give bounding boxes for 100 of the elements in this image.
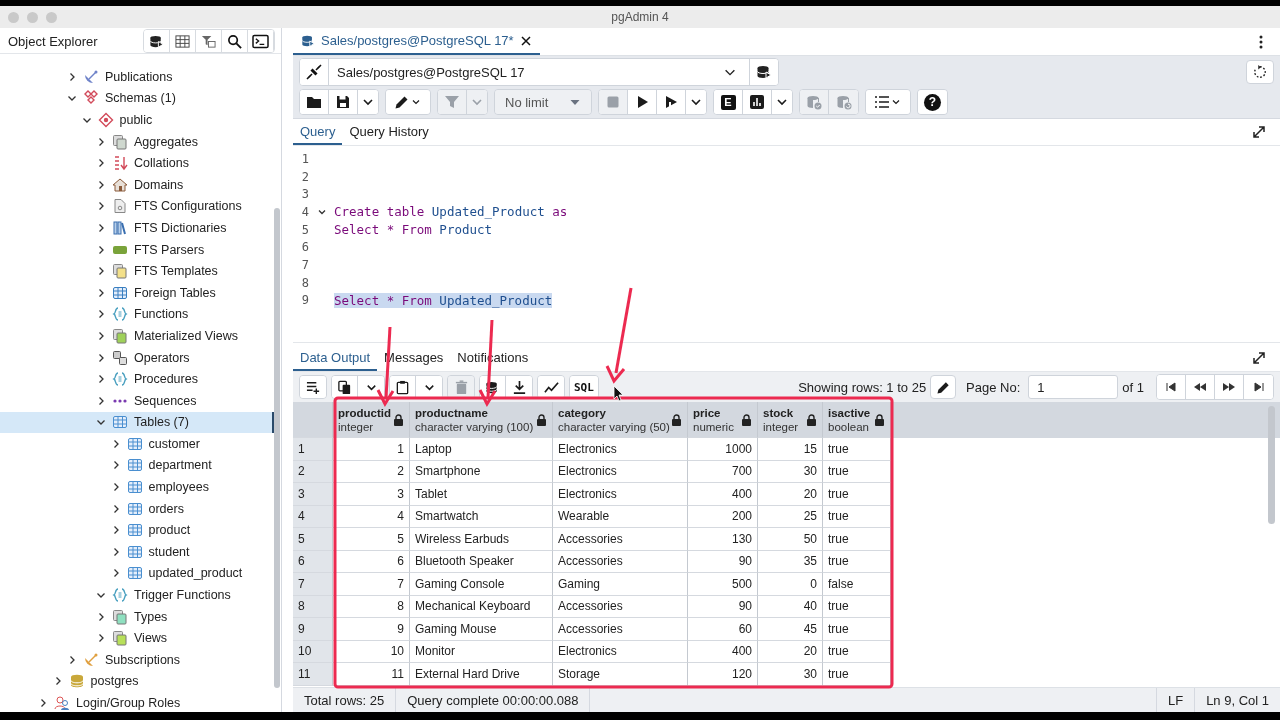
query-tool-button[interactable] xyxy=(144,30,170,52)
tree-item[interactable]: Subscriptions xyxy=(0,649,275,671)
close-icon[interactable] xyxy=(519,34,532,47)
table-cell: true xyxy=(823,618,891,641)
page-input[interactable]: 1 xyxy=(1028,375,1119,399)
terminal-icon xyxy=(252,33,269,49)
scrollbar[interactable] xyxy=(274,208,280,688)
expand-icon[interactable] xyxy=(1252,351,1266,365)
lock-icon xyxy=(874,413,885,426)
toolbar-button[interactable] xyxy=(300,90,329,114)
table-cell: 90 xyxy=(688,595,758,618)
edit-range-button[interactable] xyxy=(930,375,957,399)
tree-item[interactable]: Trigger Functions xyxy=(0,584,275,606)
rewind-icon xyxy=(1193,381,1207,393)
tree-item[interactable]: Functions xyxy=(0,303,275,326)
page-count: of 1 xyxy=(1122,379,1144,395)
status-text: Query complete 00:00:00.088 xyxy=(396,688,591,712)
tree-item[interactable]: orders xyxy=(0,497,275,520)
scrollbar[interactable] xyxy=(1268,406,1275,524)
explain-button[interactable]: E xyxy=(714,90,743,114)
tree-item[interactable]: Materialized Views xyxy=(0,325,275,347)
tree-item[interactable]: Aggregates xyxy=(0,130,275,153)
table-cell: 40 xyxy=(758,595,823,618)
tree-item[interactable]: public xyxy=(0,109,275,131)
table-icon xyxy=(112,284,128,301)
last-page-icon xyxy=(1252,381,1265,393)
stop-icon xyxy=(605,94,621,110)
tree-item[interactable]: Schemas (1) xyxy=(0,87,275,110)
tree-item[interactable]: product xyxy=(0,519,275,542)
help-button[interactable]: ? xyxy=(918,90,947,114)
table-cell: 10 xyxy=(333,640,410,663)
search-icon xyxy=(227,33,242,49)
stacked-pages-icon xyxy=(112,608,128,625)
tree-item[interactable]: Publications xyxy=(0,66,275,88)
tree-item[interactable]: Login/Group Roles xyxy=(0,692,275,714)
row-number[interactable]: 4 xyxy=(293,505,333,528)
tree-item[interactable]: Types xyxy=(0,605,275,628)
row-number[interactable]: 6 xyxy=(293,550,333,573)
toolbar-button[interactable] xyxy=(386,90,430,114)
filter-table-icon xyxy=(201,33,216,49)
status-text: Ln 9, Col 1 xyxy=(1194,688,1280,712)
table-cell: true xyxy=(823,663,891,686)
tree-item[interactable]: Foreign Tables xyxy=(0,281,275,304)
table-cell: Storage xyxy=(553,663,688,686)
row-number[interactable]: 7 xyxy=(293,573,333,596)
table-cell: Monitor xyxy=(410,640,553,663)
tree-item[interactable]: Operators xyxy=(0,346,275,369)
tree-item[interactable]: FTS Parsers xyxy=(0,238,275,261)
more-icon[interactable] xyxy=(1258,33,1264,50)
table-cell: Laptop xyxy=(410,438,553,461)
tree-item[interactable]: customer xyxy=(0,433,275,455)
tree-item[interactable]: FTS Templates xyxy=(0,260,275,282)
expand-icon[interactable] xyxy=(1252,125,1266,139)
tree-item[interactable]: Tables (7) xyxy=(0,411,275,434)
tree-item[interactable]: updated_product xyxy=(0,562,275,585)
row-number[interactable]: 5 xyxy=(293,528,333,551)
tree-item[interactable]: FTS Dictionaries xyxy=(0,217,275,239)
table-cell: Mechanical Keyboard xyxy=(410,595,553,618)
lock-icon xyxy=(671,413,682,426)
tree-item[interactable]: Sequences xyxy=(0,389,275,412)
row-number[interactable]: 9 xyxy=(293,618,333,641)
table-cell: 60 xyxy=(688,618,758,641)
lock-icon xyxy=(536,413,547,426)
database-undo-icon xyxy=(835,94,852,110)
toolbar-button[interactable] xyxy=(300,376,326,398)
toolbar-button[interactable] xyxy=(390,376,416,398)
status-text: LF xyxy=(1155,688,1195,712)
table-cell: Electronics xyxy=(553,438,688,461)
row-number[interactable]: 8 xyxy=(293,595,333,618)
stacked-pages-icon xyxy=(112,263,128,280)
table-cell: 7 xyxy=(333,573,410,596)
tree-item[interactable]: Collations xyxy=(0,152,275,174)
row-number[interactable]: 10 xyxy=(293,640,333,663)
tree-item[interactable]: Procedures xyxy=(0,368,275,390)
refresh-button[interactable] xyxy=(1246,60,1274,84)
tree-item[interactable]: department xyxy=(0,454,275,477)
table-cell: true xyxy=(823,483,891,506)
table-cell: Accessories xyxy=(553,528,688,551)
sql-button[interactable]: SQL xyxy=(570,376,598,398)
row-number[interactable]: 11 xyxy=(293,663,333,686)
tree-item[interactable]: Domains xyxy=(0,173,275,196)
row-number[interactable]: 3 xyxy=(293,483,333,506)
code-line: Select * From Product xyxy=(334,222,493,238)
tree-item[interactable]: FTS Configurations xyxy=(0,195,275,218)
books-icon xyxy=(112,219,128,236)
row-number[interactable]: 2 xyxy=(293,460,333,483)
braces-icon xyxy=(112,306,128,323)
table-cell: Tablet xyxy=(410,483,553,506)
tree-item[interactable]: Views xyxy=(0,627,275,650)
toolbar-button[interactable] xyxy=(538,376,564,398)
first-page-button[interactable] xyxy=(1157,375,1186,399)
tree-item[interactable]: student xyxy=(0,541,275,563)
tree-item[interactable]: postgres xyxy=(0,670,275,693)
toolbar-button[interactable] xyxy=(866,90,910,114)
table-cell: 20 xyxy=(758,640,823,663)
tree-item[interactable]: employees xyxy=(0,476,275,498)
table-icon xyxy=(175,33,190,49)
table-cell: true xyxy=(823,438,891,461)
toolbar-button[interactable] xyxy=(332,376,358,398)
row-number[interactable]: 1 xyxy=(293,438,333,461)
